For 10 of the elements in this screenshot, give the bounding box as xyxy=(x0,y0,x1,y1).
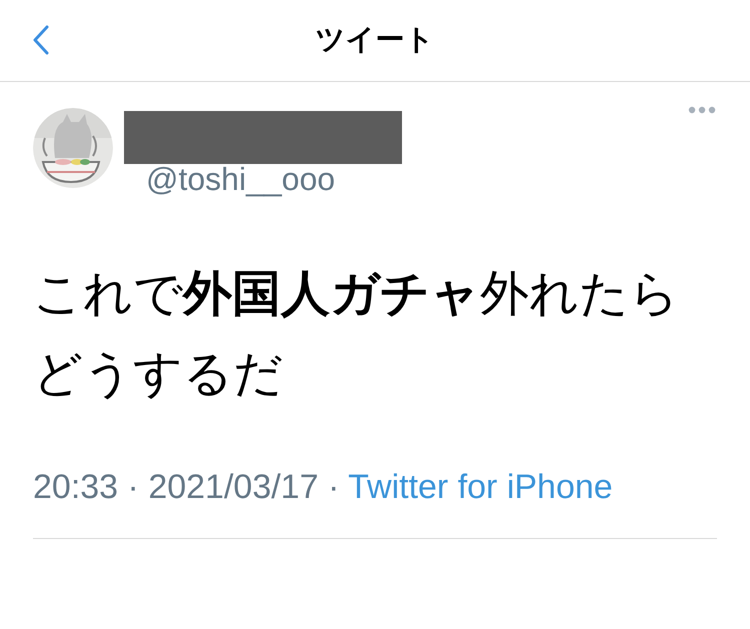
back-icon xyxy=(33,25,49,55)
more-icon[interactable] xyxy=(688,106,716,114)
separator: · xyxy=(128,468,139,506)
source-link[interactable]: Twitter for iPhone xyxy=(348,468,613,506)
tweet-text: これで外国人ガチャ外れたらどうするだ xyxy=(33,266,680,403)
user-handle: @toshi__ooo xyxy=(146,160,336,198)
separator: · xyxy=(328,468,340,506)
tweet-date: 2021/03/17 xyxy=(148,468,318,506)
tweet-time: 20:33 xyxy=(33,468,118,506)
header-title: ツイート xyxy=(316,22,434,58)
